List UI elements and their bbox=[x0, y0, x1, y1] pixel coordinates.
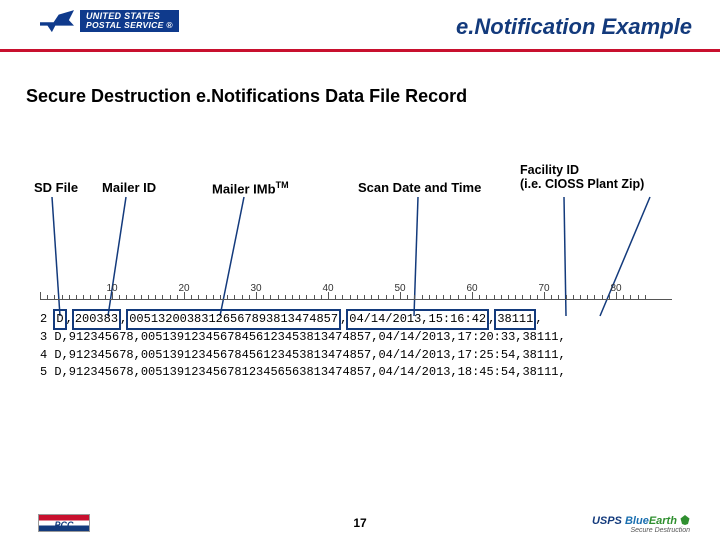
page-number: 17 bbox=[353, 516, 366, 530]
data-record-box: 1020304050607080 2 D,200383,005132003831… bbox=[40, 282, 672, 382]
leaf-icon bbox=[680, 515, 690, 525]
pcc-logo: PCC bbox=[38, 514, 90, 532]
logo-line2: POSTAL SERVICE ® bbox=[86, 21, 173, 30]
label-sd-file: SD File bbox=[34, 180, 78, 195]
data-row: 3 D,912345678,00513912345678456123453813… bbox=[40, 329, 672, 346]
label-mailer-id: Mailer ID bbox=[102, 180, 156, 195]
data-row: 2 D,200383,00513200383126567893813474857… bbox=[40, 310, 672, 329]
callout-lines bbox=[0, 0, 720, 540]
data-rows: 2 D,200383,00513200383126567893813474857… bbox=[40, 310, 672, 382]
slide-title: e.Notification Example bbox=[456, 14, 692, 40]
data-row: 4 D,912345678,00513912345678456123453813… bbox=[40, 347, 672, 364]
slide-footer: PCC 17 USPS BlueEarth Secure Destruction bbox=[0, 504, 720, 540]
slide-header: UNITED STATES POSTAL SERVICE ® e.Notific… bbox=[0, 0, 720, 52]
label-facility: Facility ID (i.e. CIOSS Plant Zip) bbox=[520, 164, 644, 192]
usps-logo: UNITED STATES POSTAL SERVICE ® bbox=[40, 10, 179, 32]
label-mailer-imb: Mailer IMbTM bbox=[212, 180, 289, 196]
eagle-icon bbox=[40, 10, 74, 32]
blueearth-logo: USPS BlueEarth Secure Destruction bbox=[592, 515, 690, 534]
column-ruler: 1020304050607080 bbox=[40, 282, 672, 304]
slide-subtitle: Secure Destruction e.Notifications Data … bbox=[26, 86, 467, 107]
data-row: 5 D,912345678,00513912345678123456563813… bbox=[40, 364, 672, 381]
logo-text: UNITED STATES POSTAL SERVICE ® bbox=[80, 10, 179, 32]
label-scan: Scan Date and Time bbox=[358, 180, 481, 195]
